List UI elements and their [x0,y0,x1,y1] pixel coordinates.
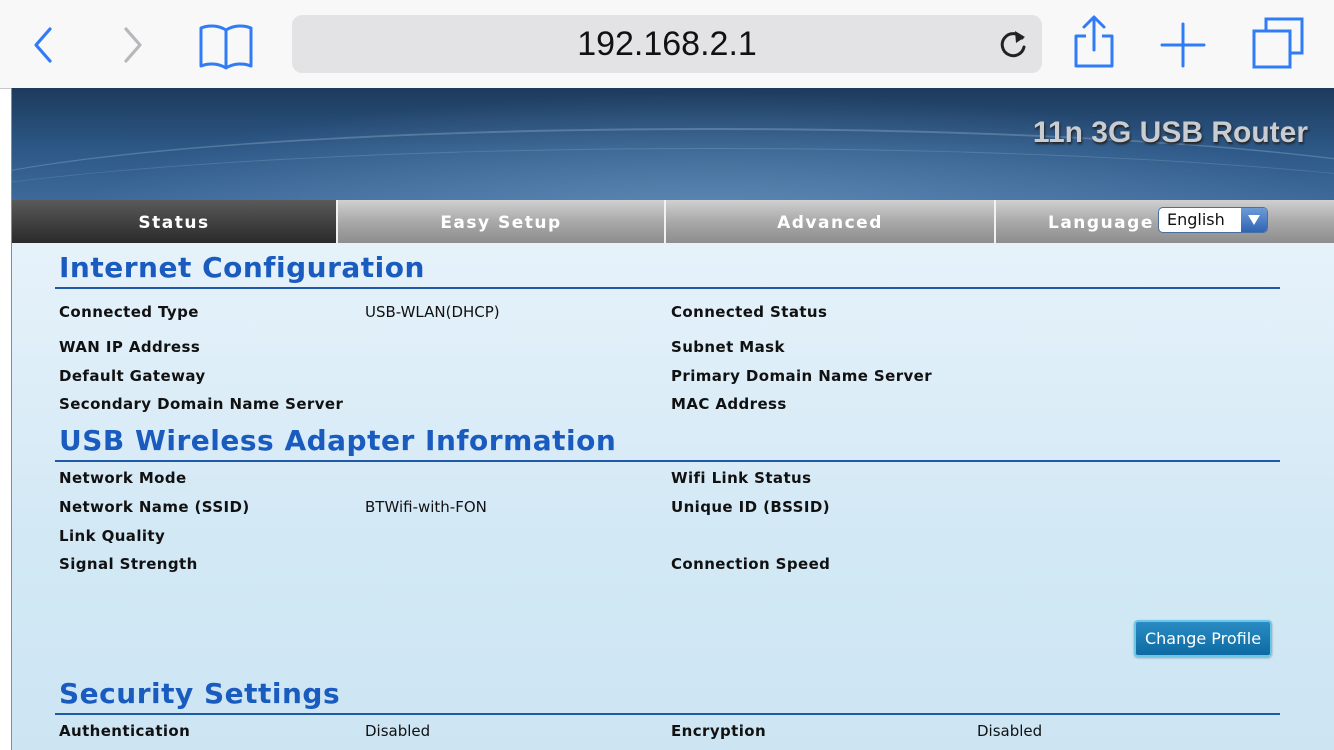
url-text[interactable]: 192.168.2.1 [292,15,1042,73]
ssid-label: Network Name (SSID) [59,498,250,516]
tab-language: Language English [996,200,1334,243]
authentication-value: Disabled [365,722,431,740]
wifi-link-status-label: Wifi Link Status [671,469,812,487]
tab-status[interactable]: Status [12,200,338,243]
link-quality-label: Link Quality [59,527,166,545]
connected-type-label: Connected Type [59,303,199,321]
dropdown-arrow[interactable] [1241,208,1267,232]
section-divider [55,460,1280,462]
wan-ip-label: WAN IP Address [59,338,201,356]
ssid-value: BTWifi-with-FON [365,498,487,516]
connection-speed-label: Connection Speed [671,555,831,573]
chevron-right-icon[interactable] [118,26,148,64]
subnet-mask-label: Subnet Mask [671,338,785,356]
book-icon[interactable] [198,22,254,70]
primary-dns-label: Primary Domain Name Server [671,367,933,385]
network-mode-label: Network Mode [59,469,187,487]
reload-icon[interactable] [998,28,1028,60]
tab-advanced[interactable]: Advanced [666,200,996,243]
section-title-usb-wireless: USB Wireless Adapter Information [59,424,617,457]
mac-address-label: MAC Address [671,395,787,413]
section-divider [55,287,1280,289]
encryption-value: Disabled [977,722,1043,740]
browser-toolbar: 192.168.2.1 [0,0,1334,89]
secondary-dns-label: Secondary Domain Name Server [59,395,344,413]
connected-status-label: Connected Status [671,303,828,321]
router-brand-title: 11n 3G USB Router [1032,116,1308,149]
language-label: Language [1048,213,1154,233]
plus-icon[interactable] [1160,22,1206,68]
language-select[interactable]: English [1158,207,1268,233]
tabs-icon[interactable] [1250,16,1306,70]
router-page: 11n 3G USB Router Status Easy Setup Adva… [11,88,1334,750]
default-gateway-label: Default Gateway [59,367,206,385]
header-banner: 11n 3G USB Router [12,88,1334,200]
status-content: Internet Configuration Connected Type US… [12,243,1334,750]
authentication-label: Authentication [59,722,191,740]
main-nav: Status Easy Setup Advanced Language Engl… [12,200,1334,243]
connected-type-value: USB-WLAN(DHCP) [365,303,500,321]
section-title-security: Security Settings [59,677,341,710]
bssid-label: Unique ID (BSSID) [671,498,830,516]
signal-strength-label: Signal Strength [59,555,198,573]
triangle-down-icon [1248,215,1260,225]
share-icon[interactable] [1072,14,1116,70]
section-title-internet: Internet Configuration [59,251,425,284]
tab-easy-setup[interactable]: Easy Setup [338,200,666,243]
address-bar[interactable]: 192.168.2.1 [292,15,1042,73]
section-divider [55,713,1280,715]
chevron-left-icon[interactable] [28,26,58,64]
encryption-label: Encryption [671,722,767,740]
change-profile-button[interactable]: Change Profile [1134,620,1272,657]
language-selected-value[interactable]: English [1167,208,1225,232]
